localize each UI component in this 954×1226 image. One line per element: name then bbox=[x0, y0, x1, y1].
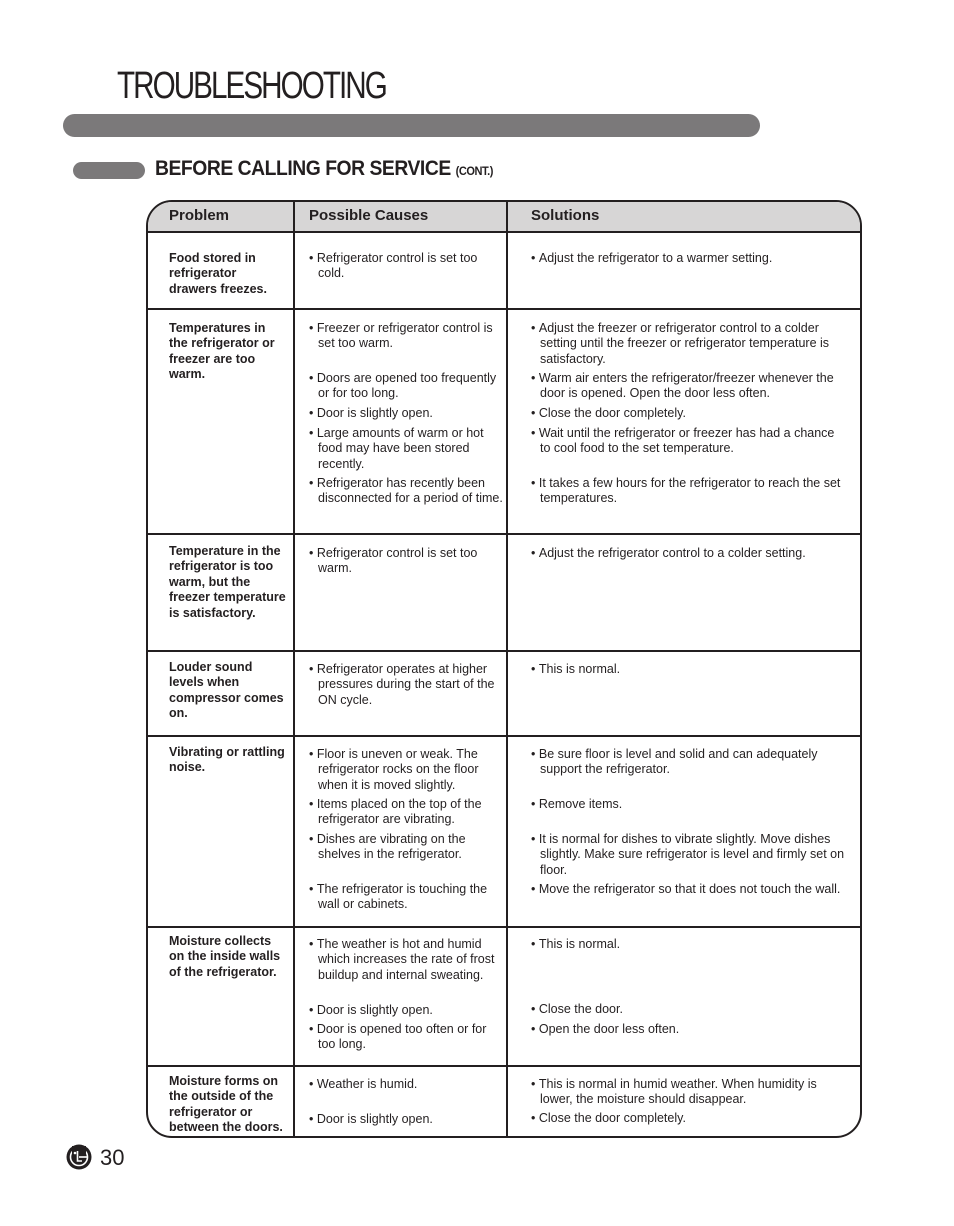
cause-item: Weather is humid. bbox=[309, 1077, 503, 1092]
cause-item: Refrigerator control is set too cold. bbox=[309, 251, 503, 282]
problem-cell: Louder sound levels when compressor come… bbox=[169, 660, 284, 721]
solution-item: Move the refrigerator so that it does no… bbox=[531, 882, 845, 897]
cause-item: Refrigerator control is set too warm. bbox=[309, 546, 503, 577]
troubleshooting-table: Problem Possible Causes Solutions Food s… bbox=[146, 200, 862, 1138]
section-title-suffix: (CONT.) bbox=[455, 164, 494, 178]
cause-item: Refrigerator operates at higher pressure… bbox=[309, 662, 503, 708]
column-divider bbox=[293, 202, 295, 1136]
cause-item: Floor is uneven or weak. The refrigerato… bbox=[309, 747, 503, 793]
problem-cell: Vibrating or rattling noise. bbox=[169, 745, 285, 775]
cause-item: The weather is hot and humid which incre… bbox=[309, 937, 503, 983]
cause-item: Door is opened too often or for too long… bbox=[309, 1022, 503, 1053]
solution-item: Open the door less often. bbox=[531, 1022, 845, 1037]
solution-item: Adjust the refrigerator to a warmer sett… bbox=[531, 251, 845, 266]
solution-item: Wait until the refrigerator or freezer h… bbox=[531, 426, 845, 457]
problem-cell: Temperature in the refrigerator is too w… bbox=[169, 544, 286, 620]
column-header-causes: Possible Causes bbox=[309, 207, 429, 224]
column-divider bbox=[506, 202, 508, 1136]
cause-item: Door is slightly open. bbox=[309, 406, 503, 421]
section-marker bbox=[73, 162, 145, 179]
cause-item: The refrigerator is touching the wall or… bbox=[309, 882, 503, 913]
solution-item: This is normal in humid weather. When hu… bbox=[531, 1077, 845, 1108]
cause-item: Dishes are vibrating on the shelves in t… bbox=[309, 832, 503, 863]
problem-cell: Moisture collects on the inside walls of… bbox=[169, 934, 281, 979]
cause-item: Door is slightly open. bbox=[309, 1003, 503, 1018]
column-header-solutions: Solutions bbox=[531, 207, 600, 224]
row-divider bbox=[148, 1065, 860, 1067]
problem-cell: Moisture forms on the outside of the ref… bbox=[169, 1074, 283, 1135]
solution-item: It takes a few hours for the refrigerato… bbox=[531, 476, 845, 507]
row-divider bbox=[148, 735, 860, 737]
row-divider bbox=[148, 308, 860, 310]
page-number: 30 bbox=[100, 1145, 125, 1170]
cause-item: Refrigerator has recently been disconnec… bbox=[309, 476, 503, 507]
title-divider-bar bbox=[63, 114, 760, 137]
problem-cell: Temperatures in the refrigerator or free… bbox=[169, 321, 275, 382]
section-title: BEFORE CALLING FOR SERVICE (CONT.) bbox=[155, 157, 493, 181]
cause-item: Large amounts of warm or hot food may ha… bbox=[309, 426, 503, 472]
row-divider bbox=[148, 650, 860, 652]
cause-item: Door is slightly open. bbox=[309, 1112, 503, 1127]
cause-item: Freezer or refrigerator control is set t… bbox=[309, 321, 503, 352]
solution-item: Remove items. bbox=[531, 797, 845, 812]
problem-cell: Food stored in refrigerator drawers free… bbox=[169, 251, 267, 296]
lg-logo-icon bbox=[66, 1144, 92, 1170]
table-header: Problem Possible Causes Solutions bbox=[148, 202, 860, 233]
solution-item: Close the door. bbox=[531, 1002, 845, 1017]
cause-item: Items placed on the top of the refrigera… bbox=[309, 797, 503, 828]
solution-item: It is normal for dishes to vibrate sligh… bbox=[531, 832, 845, 878]
cause-item: Doors are opened too frequently or for t… bbox=[309, 371, 503, 402]
solution-item: Close the door completely. bbox=[531, 1111, 845, 1126]
row-divider bbox=[148, 533, 860, 535]
solution-item: Close the door completely. bbox=[531, 406, 845, 421]
solution-item: Be sure floor is level and solid and can… bbox=[531, 747, 845, 778]
row-divider bbox=[148, 926, 860, 928]
section-title-text: BEFORE CALLING FOR SERVICE bbox=[155, 157, 451, 180]
solution-item: This is normal. bbox=[531, 937, 845, 952]
solution-item: This is normal. bbox=[531, 662, 845, 677]
solution-item: Adjust the refrigerator control to a col… bbox=[531, 546, 845, 561]
column-header-problem: Problem bbox=[169, 207, 230, 224]
page-title: TROUBLESHOOTING bbox=[117, 65, 388, 107]
solution-item: Adjust the freezer or refrigerator contr… bbox=[531, 321, 845, 367]
solution-item: Warm air enters the refrigerator/freezer… bbox=[531, 371, 845, 402]
